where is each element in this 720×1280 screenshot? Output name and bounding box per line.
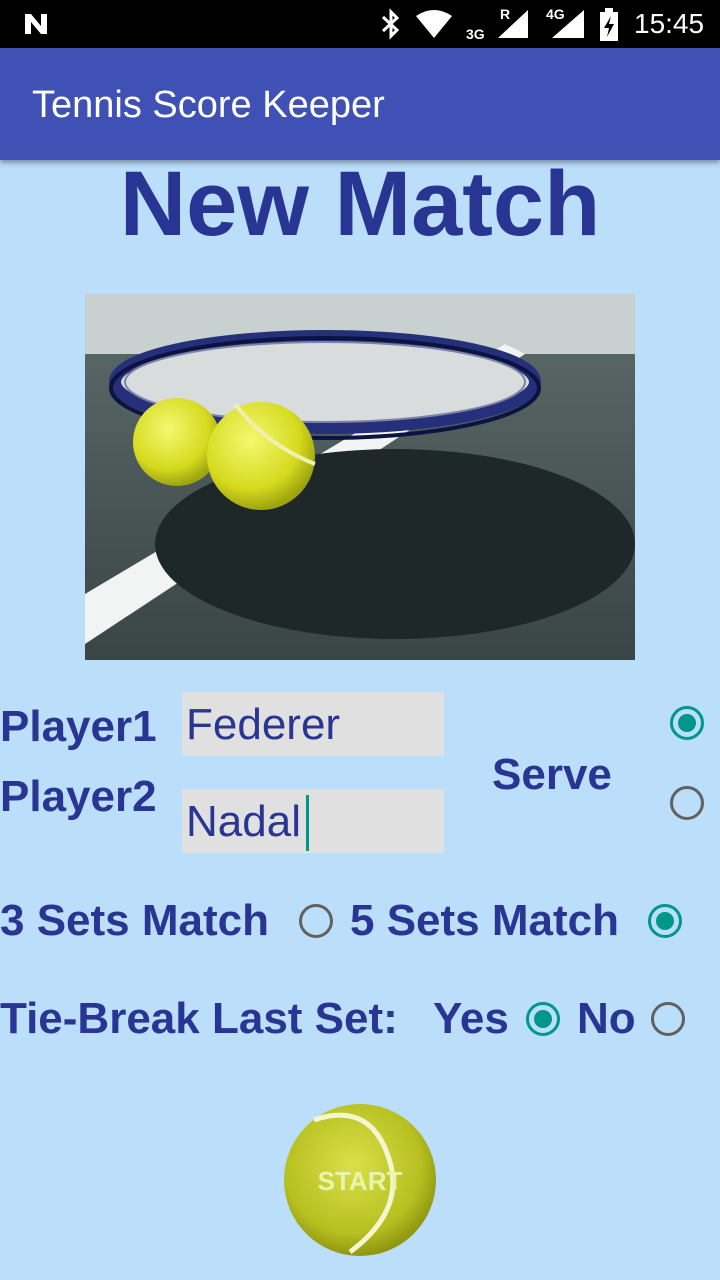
notification-n-icon [25, 14, 47, 34]
status-time: 15:45 [634, 8, 705, 39]
wifi-icon [416, 10, 452, 38]
player1-label: Player1 [0, 702, 157, 751]
tiebreak-no-label: No [577, 994, 636, 1043]
five-sets-radio[interactable] [648, 904, 682, 938]
tennis-racket-image [85, 294, 635, 660]
three-sets-radio[interactable] [299, 904, 333, 938]
status-bar: 3G R 4G 15:45 [0, 0, 720, 48]
tiebreak-yes-radio[interactable] [526, 1002, 560, 1036]
battery-charging-icon [600, 8, 618, 41]
roaming-label: R [500, 6, 511, 22]
tiebreak-yes-label: Yes [433, 994, 509, 1043]
start-label: START [317, 1166, 403, 1196]
five-sets-label: 5 Sets Match [350, 896, 619, 945]
player1-input-value: Federer [186, 700, 341, 749]
serve-player2-radio[interactable] [670, 786, 704, 820]
bluetooth-icon [381, 8, 400, 40]
tiebreak-label: Tie-Break Last Set: [0, 994, 398, 1043]
tiebreak-no-radio[interactable] [651, 1002, 685, 1036]
signal-4g-icon [552, 10, 584, 38]
start-button[interactable]: START [280, 1102, 440, 1258]
player1-field[interactable]: Federer [182, 692, 444, 756]
text-cursor [306, 795, 309, 851]
serve-label: Serve [492, 750, 612, 799]
serve-player1-radio[interactable] [670, 706, 704, 740]
player2-field[interactable]: Nadal [182, 789, 444, 853]
network-3g-label: 3G [466, 26, 485, 42]
player2-input-value: Nadal [186, 797, 301, 846]
page-title: New Match [119, 153, 601, 255]
app-bar: Tennis Score Keeper [0, 48, 720, 160]
app-title: Tennis Score Keeper [32, 84, 385, 126]
three-sets-label: 3 Sets Match [0, 896, 269, 945]
player2-label: Player2 [0, 772, 157, 821]
